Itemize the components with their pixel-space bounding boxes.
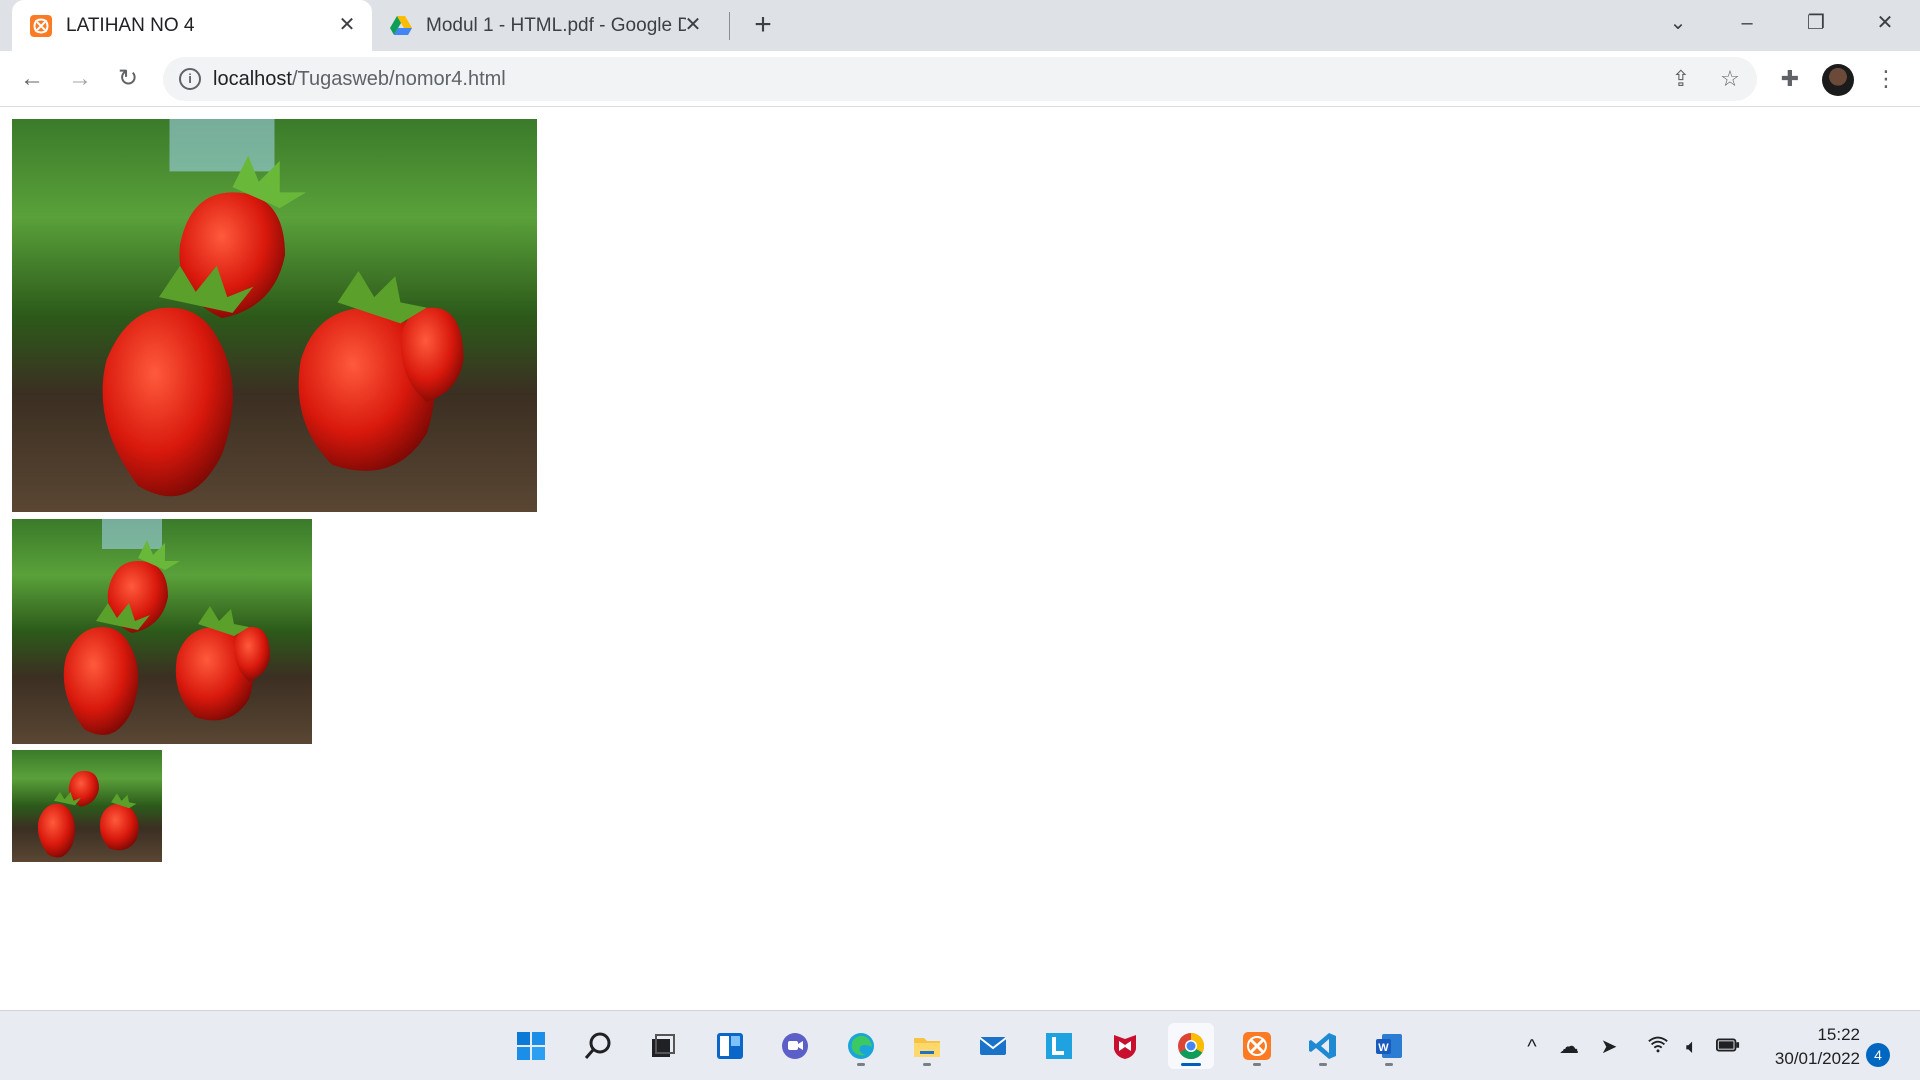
site-info-icon[interactable]: i	[179, 68, 201, 90]
tab-strip: LATIHAN NO 4 ✕ Modul 1 - HTML.pdf - Goog…	[0, 0, 1920, 51]
page-content	[0, 108, 1920, 1008]
tab-latihan-no-4[interactable]: LATIHAN NO 4 ✕	[12, 0, 372, 51]
restore-icon[interactable]: ❐	[1796, 8, 1836, 38]
location-icon[interactable]: ➤	[1595, 1033, 1623, 1061]
back-arrow-icon[interactable]: ←	[16, 63, 48, 95]
extensions-puzzle-icon[interactable]: ✚	[1774, 63, 1806, 95]
xampp-icon[interactable]	[1234, 1023, 1280, 1069]
strawberry-image-medium	[12, 519, 312, 744]
battery-charging-icon[interactable]	[1714, 1033, 1742, 1061]
close-tab-icon[interactable]: ✕	[682, 14, 704, 36]
word-icon[interactable]: W	[1366, 1023, 1412, 1069]
edge-icon[interactable]	[838, 1023, 884, 1069]
tab-title: Modul 1 - HTML.pdf - Google Drive	[426, 14, 686, 36]
system-clock[interactable]: 15:22 30/01/2022	[1752, 1023, 1860, 1071]
url-path: /Tugasweb/nomor4.html	[291, 68, 506, 90]
url-host: localhost	[213, 68, 292, 90]
menu-kebab-icon[interactable]: ⋮	[1870, 63, 1902, 95]
close-window-icon[interactable]: ✕	[1865, 8, 1905, 38]
onedrive-cloud-icon[interactable]: ☁	[1555, 1033, 1583, 1061]
running-indicator	[1385, 1063, 1393, 1066]
bookmark-star-icon[interactable]: ☆	[1717, 66, 1743, 92]
clock-date: 30/01/2022	[1774, 1049, 1860, 1068]
share-icon[interactable]: ⇪	[1668, 66, 1694, 92]
url-text[interactable]: localhost/Tugasweb/nomor4.html	[213, 68, 506, 91]
running-indicator	[1253, 1063, 1261, 1066]
mcafee-icon[interactable]	[1102, 1023, 1148, 1069]
file-explorer-icon[interactable]	[904, 1023, 950, 1069]
volume-icon[interactable]: 🔈︎	[1678, 1033, 1706, 1061]
xampp-icon	[30, 14, 52, 37]
strawberry-image-large	[12, 119, 537, 512]
notification-badge[interactable]: 4	[1866, 1043, 1890, 1067]
address-bar[interactable]: i localhost/Tugasweb/nomor4.html ⇪ ☆	[163, 57, 1757, 101]
minimize-icon[interactable]: –	[1727, 8, 1767, 38]
active-indicator	[1181, 1063, 1201, 1066]
vscode-icon[interactable]	[1300, 1023, 1346, 1069]
forward-arrow-icon[interactable]: →	[64, 63, 96, 95]
tab-search-chevron-down-icon[interactable]: ⌄	[1658, 8, 1698, 38]
search-icon[interactable]	[575, 1023, 621, 1069]
windows-start-icon[interactable]	[508, 1023, 554, 1069]
close-tab-icon[interactable]: ✕	[336, 14, 358, 36]
chat-icon[interactable]	[772, 1023, 818, 1069]
clock-time: 15:22	[1817, 1025, 1860, 1044]
widgets-icon[interactable]	[707, 1023, 753, 1069]
browser-window: LATIHAN NO 4 ✕ Modul 1 - HTML.pdf - Goog…	[0, 0, 1920, 1010]
running-indicator	[1319, 1063, 1327, 1066]
running-indicator	[923, 1063, 931, 1066]
wifi-icon[interactable]	[1644, 1033, 1672, 1061]
tab-title: LATIHAN NO 4	[66, 14, 195, 36]
google-drive-icon	[390, 15, 412, 35]
running-indicator	[857, 1063, 865, 1066]
browser-toolbar: ← → ↻ i localhost/Tugasweb/nomor4.html ⇪…	[0, 51, 1920, 107]
strawberry-image-small	[12, 750, 162, 862]
show-hidden-icons-chevron-up-icon[interactable]: ^	[1518, 1033, 1546, 1061]
taskbar: W ^ ☁ ➤ 🔈︎ 15:22 30/01/2022 4	[0, 1010, 1920, 1080]
chrome-icon[interactable]	[1168, 1023, 1214, 1069]
new-tab-button[interactable]: +	[748, 10, 778, 40]
reload-icon[interactable]: ↻	[112, 63, 144, 95]
task-view-icon[interactable]	[640, 1023, 686, 1069]
mail-icon[interactable]	[970, 1023, 1016, 1069]
tab-google-drive[interactable]: Modul 1 - HTML.pdf - Google Drive ✕	[378, 0, 718, 51]
avatar[interactable]	[1822, 64, 1854, 96]
tab-separator	[729, 12, 730, 40]
l-app-icon[interactable]	[1036, 1023, 1082, 1069]
svg-text:W: W	[1378, 1042, 1389, 1054]
